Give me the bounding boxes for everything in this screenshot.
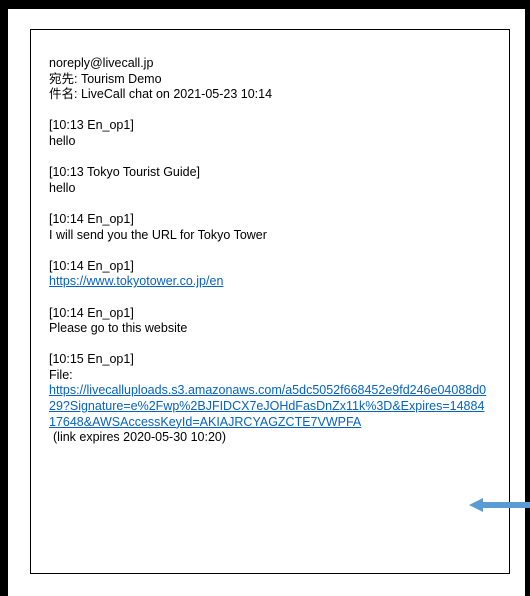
email-body: noreply@livecall.jp 宛先: Tourism Demo 件名:… [30,29,510,574]
message-meta: [10:13 Tokyo Tourist Guide] [49,165,201,180]
arrow-left-icon [469,498,530,512]
email-header: noreply@livecall.jp 宛先: Tourism Demo 件名:… [49,56,497,103]
chat-message: [10:14 En_op1] Please go to this website [49,306,497,337]
message-meta: [10:15 En_op1] [49,352,134,367]
link-expiry-note: (link expires 2020-05-30 10:20) [53,430,227,445]
chat-message: [10:14 En_op1] https://www.tokyotower.co… [49,259,497,290]
file-message: [10:15 En_op1] File: https://livecallupl… [49,352,497,446]
subject-line: 件名: LiveCall chat on 2021-05-23 10:14 [49,87,273,102]
tokyo-tower-link[interactable]: https://www.tokyotower.co.jp/en [49,274,497,290]
message-text: hello [49,133,76,148]
chat-message: [10:13 Tokyo Tourist Guide] hello [49,165,497,196]
chat-message: [10:13 En_op1] hello [49,118,497,149]
message-text: hello [49,180,76,195]
sender-address: noreply@livecall.jp [49,56,154,70]
message-text: Please go to this website [49,321,188,336]
file-label: File: [49,367,73,382]
message-meta: [10:14 En_op1] [49,258,134,273]
message-text: I will send you the URL for Tokyo Tower [49,227,267,242]
recipient-line: 宛先: Tourism Demo [49,71,162,86]
message-meta: [10:14 En_op1] [49,211,134,226]
message-meta: [10:14 En_op1] [49,305,134,320]
message-meta: [10:13 En_op1] [49,118,134,133]
chat-message: [10:14 En_op1] I will send you the URL f… [49,212,497,243]
file-download-link[interactable]: https://livecalluploads.s3.amazonaws.com… [49,383,489,430]
document-frame: noreply@livecall.jp 宛先: Tourism Demo 件名:… [8,9,525,596]
